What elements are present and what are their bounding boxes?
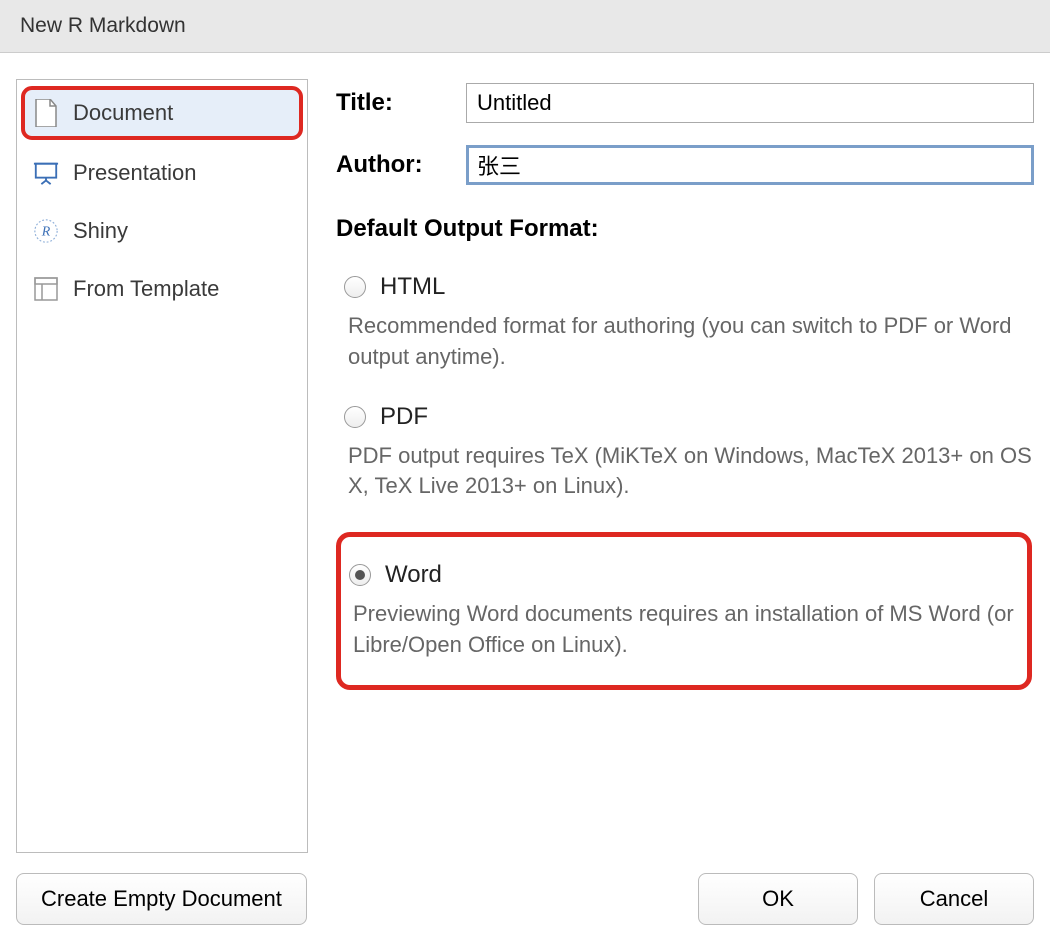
radio-desc-html: Recommended format for authoring (you ca…	[344, 311, 1034, 373]
sidebar: Document Presentation R Shin	[16, 79, 308, 853]
window-title: New R Markdown	[0, 0, 1050, 53]
radio-option-html: HTML Recommended format for authoring (y…	[336, 273, 1034, 373]
presentation-icon	[33, 160, 59, 186]
title-label: Title:	[336, 89, 466, 117]
sidebar-item-template[interactable]: From Template	[21, 262, 303, 316]
author-label: Author:	[336, 151, 466, 179]
radio-button-html[interactable]	[344, 276, 366, 298]
radio-option-word: Word Previewing Word documents requires …	[336, 532, 1032, 690]
create-empty-button[interactable]: Create Empty Document	[16, 873, 307, 925]
template-icon	[33, 276, 59, 302]
svg-text:R: R	[41, 225, 51, 240]
author-input[interactable]	[466, 145, 1034, 185]
radio-button-word[interactable]	[349, 564, 371, 586]
sidebar-item-presentation[interactable]: Presentation	[21, 146, 303, 200]
button-bar: Create Empty Document OK Cancel	[0, 853, 1050, 935]
radio-desc-pdf: PDF output requires TeX (MiKTeX on Windo…	[344, 441, 1034, 503]
radio-label-word: Word	[385, 561, 442, 589]
radio-label-html: HTML	[380, 273, 445, 301]
shiny-icon: R	[33, 218, 59, 244]
sidebar-label-presentation: Presentation	[73, 160, 197, 186]
radio-desc-word: Previewing Word documents requires an in…	[349, 599, 1017, 661]
radio-button-pdf[interactable]	[344, 406, 366, 428]
main-panel: Title: Author: Default Output Format: HT…	[336, 79, 1034, 853]
sidebar-item-shiny[interactable]: R Shiny	[21, 204, 303, 258]
ok-button[interactable]: OK	[698, 873, 858, 925]
output-format-heading: Default Output Format:	[336, 215, 1034, 243]
dialog-content: Document Presentation R Shin	[0, 53, 1050, 853]
title-row: Title:	[336, 83, 1034, 123]
radio-row-word[interactable]: Word	[349, 561, 1017, 589]
radio-row-html[interactable]: HTML	[344, 273, 1034, 301]
author-row: Author:	[336, 145, 1034, 185]
sidebar-label-shiny: Shiny	[73, 218, 128, 244]
document-icon	[33, 100, 59, 126]
radio-row-pdf[interactable]: PDF	[344, 403, 1034, 431]
right-buttons-group: OK Cancel	[698, 873, 1034, 925]
sidebar-item-document[interactable]: Document	[21, 86, 303, 140]
cancel-button[interactable]: Cancel	[874, 873, 1034, 925]
radio-label-pdf: PDF	[380, 403, 428, 431]
radio-option-pdf: PDF PDF output requires TeX (MiKTeX on W…	[336, 403, 1034, 503]
sidebar-label-template: From Template	[73, 276, 219, 302]
title-input[interactable]	[466, 83, 1034, 123]
sidebar-label-document: Document	[73, 100, 173, 126]
